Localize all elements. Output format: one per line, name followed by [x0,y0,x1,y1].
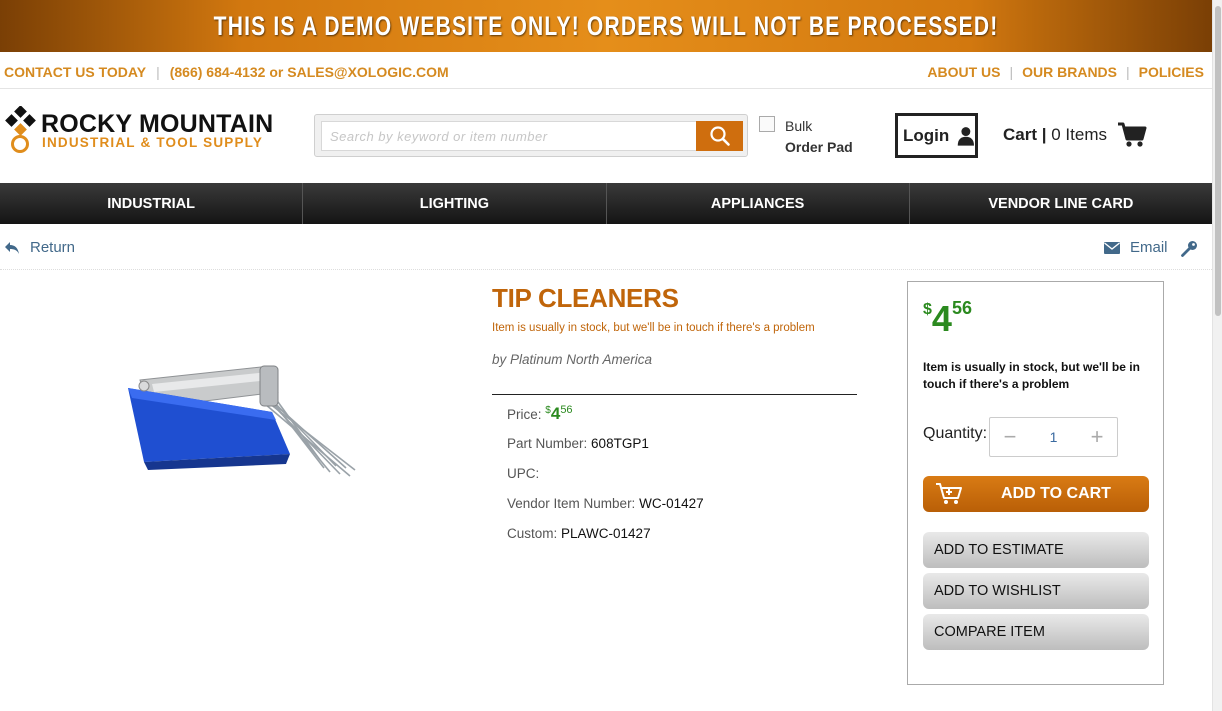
tip-cleaner-image [128,365,356,477]
return-label: Return [30,239,76,256]
utility-row: Return Email [0,236,1212,270]
site-logo[interactable]: ROCKY MOUNTAIN INDUSTRIAL & TOOL SUPPLY [4,106,294,154]
policies-link[interactable]: POLICIES [1139,64,1204,80]
price-cents: 56 [560,404,573,416]
product-image[interactable] [100,300,400,530]
quantity-input[interactable] [1033,429,1074,445]
price-row: Price: $456 [507,404,573,424]
part-number-value: 608TGP1 [591,436,649,451]
email-label: Email [1130,239,1168,256]
bulk-label: Bulk [785,118,813,134]
top-links: ABOUT US | OUR BRANDS | POLICIES [927,64,1204,80]
search-bar [314,114,748,157]
logo-subtitle: INDUSTRIAL & TOOL SUPPLY [42,135,264,150]
upc-row: UPC: [507,466,539,481]
login-button[interactable]: Login [895,113,978,158]
vendor-item-label: Vendor Item Number: [507,496,636,511]
search-input[interactable] [321,121,697,151]
our-brands-link[interactable]: OUR BRANDS [1022,64,1117,80]
custom-label: Custom: [507,526,558,541]
brand-link[interactable]: by Platinum North America [492,352,652,367]
return-link[interactable]: Return [4,239,75,256]
quantity-label: Quantity: [923,425,988,442]
scrollbar-thumb[interactable] [1215,6,1221,316]
shopping-cart-icon [1117,122,1147,147]
part-number-label: Part Number: [507,436,588,451]
price-label: Price: [507,407,542,422]
buy-box-dollars: 4 [931,298,952,339]
add-to-estimate-button[interactable]: ADD TO ESTIMATE [923,532,1149,568]
order-pad-label: Order Pad [785,139,853,155]
cart-label: Cart | [1003,125,1047,144]
logo-diamonds-icon [5,106,36,153]
envelope-icon [1104,241,1120,254]
part-number-row: Part Number: 608TGP1 [507,436,649,451]
key-icon[interactable] [1181,240,1198,257]
cart-link[interactable]: Cart | 0 Items [1003,120,1147,150]
vendor-item-row: Vendor Item Number: WC-01427 [507,496,704,511]
contact-bar: CONTACT US TODAY | (866) 684-4132 or SALES… [0,56,1212,89]
add-to-wishlist-button[interactable]: ADD TO WISHLIST [923,573,1149,609]
search-button[interactable] [696,121,743,151]
decrement-button[interactable]: − [1000,426,1020,448]
buy-box-dollar-sign: $ [923,301,932,318]
login-label: Login [903,125,950,145]
buy-box-price: $456 [923,298,972,340]
vendor-item-value: WC-01427 [639,496,704,511]
reply-arrow-icon [5,241,19,254]
custom-row: Custom: PLAWC-01427 [507,526,651,541]
page-scrollbar[interactable] [1212,0,1222,711]
broken-image-icon [759,116,775,132]
custom-value: PLAWC-01427 [561,526,651,541]
nav-item-lighting[interactable]: LIGHTING [303,183,607,224]
upc-label: UPC: [507,466,540,481]
nav-item-vendor-line-card[interactable]: VENDOR LINE CARD [910,183,1212,224]
buy-box-cents: 56 [951,298,972,318]
add-to-cart-button[interactable]: ADD TO CART [923,476,1149,512]
nav-item-industrial[interactable]: INDUSTRIAL [0,183,304,224]
demo-banner-text: THIS IS A DEMO WEBSITE ONLY! ORDERS WILL… [213,10,999,41]
phone-email-link[interactable]: (866) 684-4132 or SALES@XOLOGIC.COM [170,64,449,80]
about-us-link[interactable]: ABOUT US [927,64,1000,80]
contact-us-link[interactable]: CONTACT US TODAY [4,64,146,80]
product-title: TIP CLEANERS [492,283,679,313]
stock-message: Item is usually in stock, but we'll be i… [492,322,815,334]
increment-button[interactable]: + [1087,426,1107,448]
email-link[interactable]: Email [1104,239,1168,256]
cart-items-count: 0 Items [1051,125,1107,144]
contact-info: CONTACT US TODAY | (866) 684-4132 or SALES… [4,64,449,80]
price-dollars: 4 [550,404,561,423]
cart-summary: Cart | 0 Items [1003,125,1107,145]
price-value: $456 [545,404,573,423]
demo-banner: THIS IS A DEMO WEBSITE ONLY! ORDERS WILL… [0,0,1212,52]
info-divider [492,394,857,395]
cart-plus-icon [936,483,962,504]
user-icon [958,126,975,146]
buy-box: $456 Item is usually in stock, but we'll… [907,281,1164,685]
buy-box-stock-message: Item is usually in stock, but we'll be i… [923,360,1140,391]
bulk-order-pad-link[interactable]: Bulk Order Pad [759,116,869,158]
nav-item-appliances[interactable]: APPLIANCES [607,183,910,224]
quantity-stepper: − + [989,417,1118,457]
main-nav: INDUSTRIAL LIGHTING APPLIANCES VENDOR LI… [0,183,1212,224]
compare-item-button[interactable]: COMPARE ITEM [923,614,1149,650]
search-icon [709,126,730,146]
